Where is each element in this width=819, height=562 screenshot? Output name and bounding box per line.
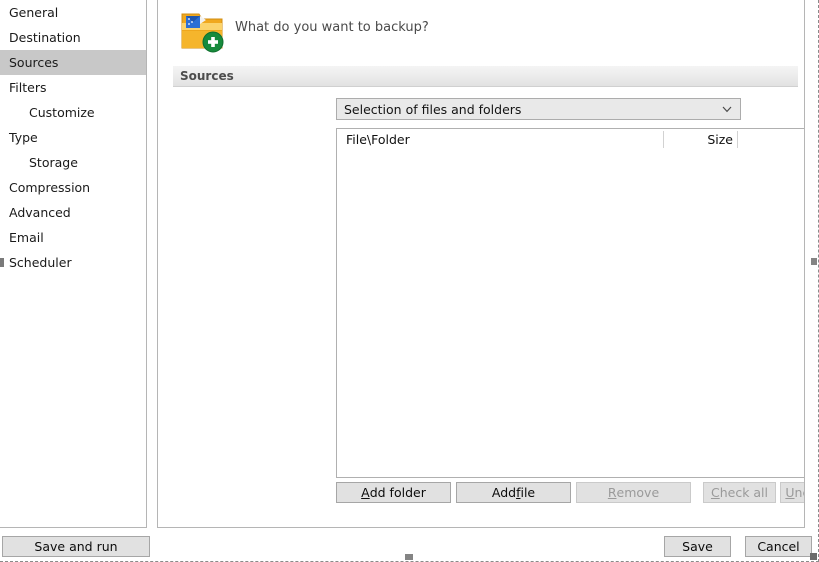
column-header-file-folder[interactable]: File\Folder <box>346 129 410 151</box>
column-divider[interactable] <box>663 131 664 148</box>
add-folder-mnemonic: A <box>361 485 370 500</box>
sidebar-item-compression[interactable]: Compression <box>0 175 146 200</box>
uncheck-all-mnemonic: U <box>785 485 795 500</box>
column-divider[interactable] <box>737 131 738 148</box>
save-and-run-label: Save and run <box>34 539 118 554</box>
save-label: Save <box>682 539 713 554</box>
add-file-label-a: Add <box>491 485 517 500</box>
sidebar-item-label: Advanced <box>9 205 71 220</box>
sidebar-item-storage[interactable]: Storage <box>0 150 146 175</box>
chevron-down-icon <box>722 106 732 113</box>
sources-section-label: Sources <box>180 69 234 83</box>
uncheck-all-label: ncheck all <box>794 485 804 500</box>
sidebar-item-email[interactable]: Email <box>0 225 146 250</box>
sidebar-item-label: Filters <box>9 80 47 95</box>
sidebar-item-general[interactable]: General <box>0 0 146 25</box>
sidebar-item-scheduler[interactable]: Scheduler <box>0 250 146 275</box>
sidebar-item-label: Storage <box>29 155 78 170</box>
save-button[interactable]: Save <box>664 536 731 557</box>
add-file-button[interactable]: Add f ile <box>456 482 571 503</box>
sidebar-item-label: Destination <box>9 30 81 45</box>
sources-settings-panel: What do you want to backup? Sources Sele… <box>157 0 805 528</box>
panel-header: What do you want to backup? <box>158 0 804 62</box>
add-file-label-rest: ile <box>520 485 536 500</box>
settings-sidebar: General Destination Sources Filters Cust… <box>0 0 147 528</box>
remove-mnemonic: R <box>607 485 617 500</box>
sidebar-item-customize[interactable]: Customize <box>0 100 146 125</box>
check-all-label: heck all <box>719 485 769 500</box>
sidebar-item-label: Compression <box>9 180 91 195</box>
source-type-select-value: Selection of files and folders <box>344 102 522 117</box>
save-and-run-button[interactable]: Save and run <box>2 536 150 557</box>
source-type-select[interactable]: Selection of files and folders <box>336 98 741 120</box>
add-folder-button[interactable]: Add folder <box>336 482 451 503</box>
sidebar-item-label: Scheduler <box>9 255 72 270</box>
sidebar-item-label: Type <box>9 130 38 145</box>
table-header-row: File\Folder Size Modified Attributes <box>337 129 804 152</box>
remove-label: emove <box>616 485 660 500</box>
page-title: What do you want to backup? <box>235 20 429 35</box>
add-folder-label: dd folder <box>369 485 426 500</box>
sidebar-item-label: Customize <box>29 105 95 120</box>
sidebar-item-label: Sources <box>9 55 59 70</box>
cancel-label: Cancel <box>757 539 800 554</box>
scroll-position-marker <box>0 258 4 267</box>
cancel-button[interactable]: Cancel <box>745 536 812 557</box>
sources-file-table[interactable]: File\Folder Size Modified Attributes <box>336 128 804 478</box>
check-all-button: Check all <box>703 482 776 503</box>
sidebar-item-label: Email <box>9 230 44 245</box>
right-edge-resize-grip[interactable] <box>811 258 817 265</box>
sidebar-item-label: General <box>9 5 59 20</box>
bottom-edge-resize-grip[interactable] <box>405 554 413 560</box>
table-body[interactable] <box>337 151 804 477</box>
column-header-size[interactable]: Size <box>673 129 733 151</box>
sidebar-item-sources[interactable]: Sources <box>0 50 146 75</box>
column-header-modified[interactable]: Modified <box>747 129 804 151</box>
sources-section-header: Sources <box>173 66 798 87</box>
remove-button: Remove <box>576 482 691 503</box>
sidebar-item-destination[interactable]: Destination <box>0 25 146 50</box>
uncheck-all-button: Uncheck all <box>780 482 804 503</box>
sidebar-item-filters[interactable]: Filters <box>0 75 146 100</box>
check-all-mnemonic: C <box>710 485 720 500</box>
sidebar-item-type[interactable]: Type <box>0 125 146 150</box>
sidebar-item-advanced[interactable]: Advanced <box>0 200 146 225</box>
folder-add-icon <box>181 13 224 53</box>
